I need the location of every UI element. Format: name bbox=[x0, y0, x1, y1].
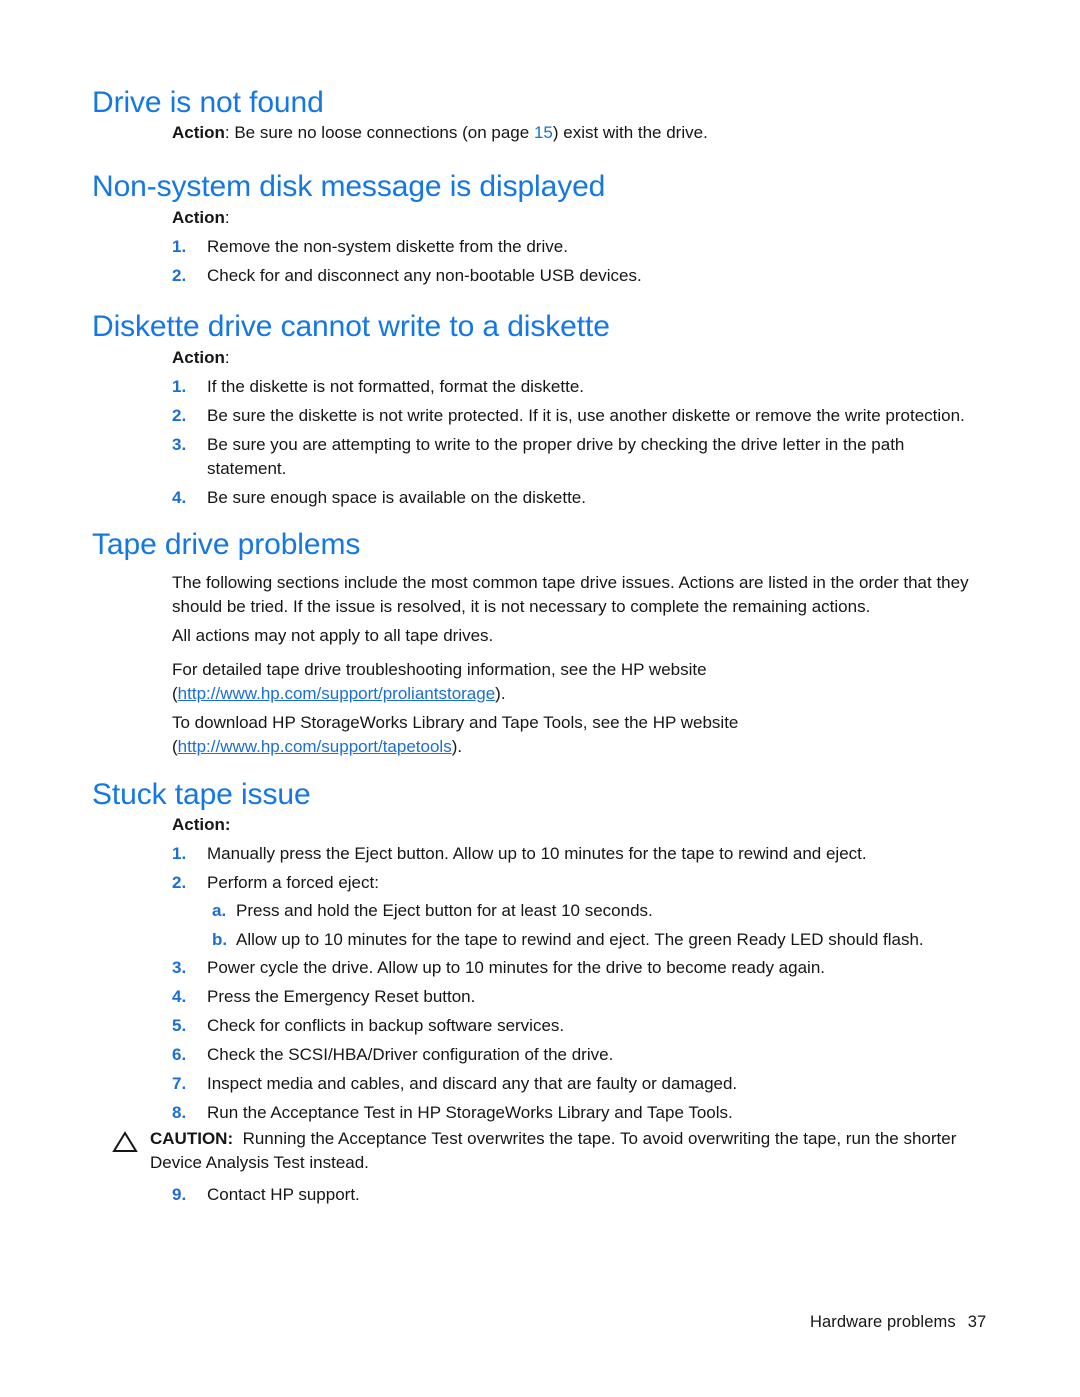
drive-not-found-action-paragraph: Action: Be sure no loose connections (on… bbox=[172, 121, 987, 145]
document-page: Drive is not found Action: Be sure no lo… bbox=[0, 0, 1080, 1397]
caution-body: CAUTION: Running the Acceptance Test ove… bbox=[112, 1127, 990, 1174]
list-item-text: Contact HP support. bbox=[207, 1185, 360, 1204]
caution-text: Running the Acceptance Test overwrites t… bbox=[150, 1129, 957, 1172]
list-item-text: Be sure enough space is available on the… bbox=[207, 487, 586, 507]
list-marker: a. bbox=[212, 901, 227, 920]
list-marker: 2. bbox=[172, 406, 187, 425]
list-item-text: If the diskette is not formatted, format… bbox=[207, 377, 585, 396]
list-marker: 2. bbox=[172, 873, 187, 892]
heading-stuck-tape-issue: Stuck tape issue bbox=[92, 778, 311, 811]
tape-drive-troubleshooting-paragraph: For detailed tape drive troubleshooting … bbox=[172, 658, 987, 705]
list-marker: 2. bbox=[172, 266, 187, 285]
list-marker: 3. bbox=[172, 958, 187, 977]
list-marker: 8. bbox=[172, 1103, 187, 1122]
page-cross-reference-link[interactable]: 15 bbox=[534, 123, 553, 142]
list-item: 7. Inspect media and cables, and discard… bbox=[172, 1072, 987, 1096]
list-item-text: Power cycle the drive. Allow up to 10 mi… bbox=[207, 958, 825, 977]
stuck-tape-steps-list-mid: 3. Power cycle the drive. Allow up to 10… bbox=[172, 956, 987, 1130]
heading-tape-drive-problems: Tape drive problems bbox=[92, 528, 361, 561]
action-text-before: Be sure no loose connections (on page bbox=[234, 123, 534, 142]
tapetools-link[interactable]: http://www.hp.com/support/tapetools bbox=[178, 737, 452, 756]
list-item: a. Press and hold the Eject button for a… bbox=[212, 899, 987, 923]
stuck-tape-steps-list-end: 9. Contact HP support. bbox=[172, 1183, 987, 1212]
heading-diskette-drive-cannot-write: Diskette drive cannot write to a diskett… bbox=[92, 310, 610, 343]
tape-drive-intro-paragraph: The following sections include the most … bbox=[172, 573, 969, 616]
heading-non-system-disk-message: Non-system disk message is displayed bbox=[92, 170, 606, 203]
action-text-after: ) exist with the drive. bbox=[552, 123, 708, 142]
action-label: Action bbox=[172, 123, 225, 142]
list-marker: 4. bbox=[172, 987, 187, 1006]
list-item-text: Check for and disconnect any non-bootabl… bbox=[207, 266, 642, 285]
diskette-steps-list: 1. If the diskette is not formatted, for… bbox=[172, 375, 987, 515]
list-item: 4. Be sure enough space is available on … bbox=[172, 486, 987, 510]
paragraph-lead-text: For detailed tape drive troubleshooting … bbox=[172, 660, 707, 679]
list-item: 3. Be sure you are attempting to write t… bbox=[172, 433, 987, 480]
list-item: 3. Power cycle the drive. Allow up to 10… bbox=[172, 956, 987, 980]
list-item-text: Press and hold the Eject button for at l… bbox=[236, 901, 653, 920]
stuck-tape-action-label: Action: bbox=[172, 815, 231, 834]
list-item: 9. Contact HP support. bbox=[172, 1183, 987, 1207]
stuck-tape-steps-list-top: 1. Manually press the Eject button. Allo… bbox=[172, 842, 987, 900]
heading-drive-is-not-found: Drive is not found bbox=[92, 86, 324, 119]
list-item: b. Allow up to 10 minutes for the tape t… bbox=[212, 928, 987, 952]
list-marker: 7. bbox=[172, 1074, 187, 1093]
list-item-text: Be sure you are attempting to write to t… bbox=[207, 435, 905, 478]
list-item-text: Manually press the Eject button. Allow u… bbox=[207, 844, 867, 863]
caution-label: CAUTION: bbox=[150, 1129, 234, 1148]
list-item-text: Check the SCSI/HBA/Driver configuration … bbox=[207, 1045, 614, 1064]
paren-close: ). bbox=[495, 683, 506, 703]
list-marker: 9. bbox=[172, 1185, 187, 1204]
list-item-text: Remove the non-system diskette from the … bbox=[207, 237, 568, 256]
list-item: 8. Run the Acceptance Test in HP Storage… bbox=[172, 1101, 987, 1125]
list-item-text: Be sure the diskette is not write protec… bbox=[207, 406, 965, 425]
action-separator: : bbox=[224, 348, 230, 367]
list-item: 6. Check the SCSI/HBA/Driver configurati… bbox=[172, 1043, 987, 1067]
footer-page-number: 37 bbox=[967, 1313, 987, 1331]
diskette-action-label-row: Action: bbox=[172, 346, 230, 370]
list-marker: 1. bbox=[172, 237, 187, 256]
list-item-text: Allow up to 10 minutes for the tape to r… bbox=[236, 930, 924, 949]
list-item: 1. Remove the non-system diskette from t… bbox=[172, 235, 987, 259]
stuck-tape-forced-eject-sublist: a. Press and hold the Eject button for a… bbox=[212, 899, 987, 957]
caution-note: CAUTION: Running the Acceptance Test ove… bbox=[112, 1127, 990, 1174]
proliantstorage-link[interactable]: http://www.hp.com/support/proliantstorag… bbox=[178, 684, 496, 703]
list-item: 1. Manually press the Eject button. Allo… bbox=[172, 842, 987, 866]
list-marker: b. bbox=[212, 930, 228, 949]
list-item: 2. Be sure the diskette is not write pro… bbox=[172, 404, 987, 428]
tape-drive-all-actions-paragraph: All actions may not apply to all tape dr… bbox=[172, 626, 494, 645]
tape-tools-download-paragraph: To download HP StorageWorks Library and … bbox=[172, 711, 987, 758]
list-marker: 1. bbox=[172, 844, 187, 863]
page-footer: Hardware problems 37 bbox=[810, 1313, 986, 1332]
action-separator: : bbox=[224, 208, 230, 227]
list-item-text: Inspect media and cables, and discard an… bbox=[207, 1074, 738, 1093]
paragraph-lead-text: To download HP StorageWorks Library and … bbox=[172, 713, 739, 732]
list-item: 2. Perform a forced eject: bbox=[172, 871, 987, 895]
list-marker: 4. bbox=[172, 487, 187, 507]
list-marker: 5. bbox=[172, 1016, 187, 1035]
non-system-disk-action-label-row: Action: bbox=[172, 206, 230, 230]
paren-close: ). bbox=[451, 736, 463, 756]
list-item: 2. Check for and disconnect any non-boot… bbox=[172, 264, 987, 288]
list-item: 4. Press the Emergency Reset button. bbox=[172, 985, 987, 1009]
non-system-disk-steps-list: 1. Remove the non-system diskette from t… bbox=[172, 235, 987, 293]
footer-section-label: Hardware problems bbox=[810, 1313, 956, 1331]
list-marker: 6. bbox=[172, 1045, 187, 1064]
list-item-text: Press the Emergency Reset button. bbox=[207, 987, 476, 1006]
list-item: 1. If the diskette is not formatted, for… bbox=[172, 375, 987, 399]
list-item-text: Perform a forced eject: bbox=[207, 873, 379, 892]
list-item-text: Check for conflicts in backup software s… bbox=[207, 1016, 565, 1035]
action-label: Action bbox=[172, 348, 225, 367]
action-separator: : bbox=[224, 123, 235, 142]
list-marker: 3. bbox=[172, 435, 187, 454]
list-item: 5. Check for conflicts in backup softwar… bbox=[172, 1014, 987, 1038]
list-marker: 1. bbox=[172, 377, 187, 396]
action-label: Action bbox=[172, 208, 225, 227]
list-item-text: Run the Acceptance Test in HP StorageWor… bbox=[207, 1103, 733, 1122]
